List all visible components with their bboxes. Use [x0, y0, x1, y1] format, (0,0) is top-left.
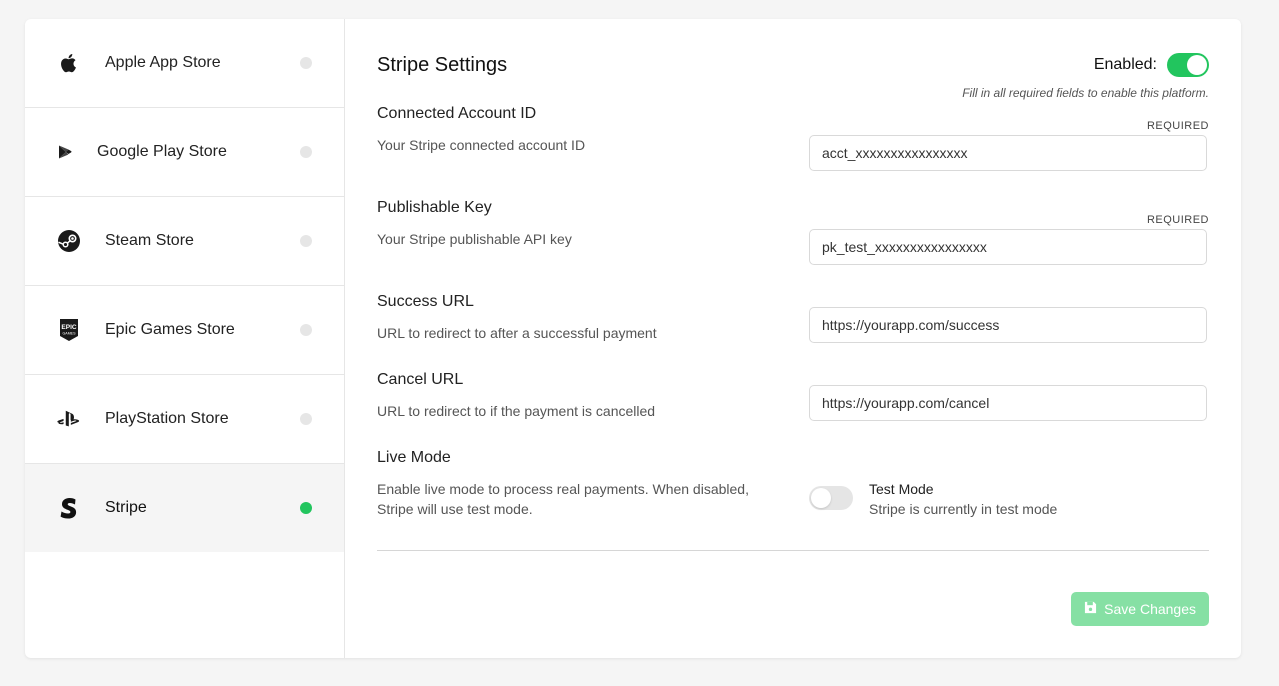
- save-button-label: Save Changes: [1104, 601, 1196, 617]
- live-mode-toggle[interactable]: [809, 486, 853, 510]
- enable-hint: Fill in all required fields to enable th…: [962, 86, 1209, 100]
- cancel-url-input[interactable]: [809, 385, 1207, 421]
- sidebar-item-google-play[interactable]: Google Play Store: [25, 108, 344, 197]
- publishable-key-input[interactable]: [809, 229, 1207, 265]
- cancel-url-label: Cancel URL: [377, 371, 464, 388]
- sidebar-item-playstation[interactable]: PlayStation Store: [25, 375, 344, 464]
- status-dot: [300, 146, 312, 158]
- sidebar-item-label: Google Play Store: [97, 143, 227, 160]
- sidebar-item-label: Apple App Store: [105, 54, 221, 71]
- toggle-knob: [811, 488, 831, 508]
- epic-games-icon: EPIC GAMES: [57, 318, 81, 342]
- sidebar-item-apple[interactable]: Apple App Store: [25, 19, 344, 108]
- required-badge: REQUIRED: [1146, 214, 1209, 226]
- steam-icon: [57, 229, 81, 253]
- connected-account-desc: Your Stripe connected account ID: [377, 137, 586, 153]
- success-url-label: Success URL: [377, 293, 474, 310]
- live-mode-label: Live Mode: [377, 449, 451, 466]
- success-url-desc: URL to redirect to after a successful pa…: [377, 325, 657, 341]
- success-url-input[interactable]: [809, 307, 1207, 343]
- enabled-control: Enabled:: [1094, 53, 1209, 77]
- apple-icon: [57, 51, 81, 75]
- svg-text:EPIC: EPIC: [61, 324, 76, 331]
- status-dot: [300, 324, 312, 336]
- status-dot: [300, 57, 312, 69]
- mode-title: Test Mode: [869, 481, 934, 497]
- publishable-key-label: Publishable Key: [377, 199, 492, 216]
- required-badge: REQUIRED: [1146, 120, 1209, 132]
- sidebar-item-label: PlayStation Store: [105, 410, 229, 427]
- sidebar-item-stripe[interactable]: Stripe: [25, 464, 344, 552]
- live-mode-desc-line1: Enable live mode to process real payment…: [377, 481, 749, 497]
- sidebar-item-steam[interactable]: Steam Store: [25, 197, 344, 286]
- settings-panel: Stripe Settings Enabled: Fill in all req…: [345, 19, 1241, 658]
- mode-subtitle: Stripe is currently in test mode: [869, 501, 1058, 517]
- toggle-knob: [1187, 55, 1207, 75]
- enabled-toggle[interactable]: [1167, 53, 1209, 77]
- sidebar-item-label: Epic Games Store: [105, 321, 235, 338]
- enabled-label: Enabled:: [1093, 56, 1157, 73]
- publishable-key-desc: Your Stripe publishable API key: [377, 231, 572, 247]
- svg-text:GAMES: GAMES: [63, 332, 77, 336]
- page-title: Stripe Settings: [377, 54, 508, 76]
- status-dot: [300, 413, 312, 425]
- live-mode-desc-line2: Stripe will use test mode.: [377, 501, 533, 517]
- playstation-icon: [57, 407, 81, 431]
- stripe-icon: [57, 496, 81, 520]
- settings-card: Apple App Store Google Play Store Steam …: [25, 19, 1241, 658]
- live-mode-desc: Enable live mode to process real payment…: [377, 479, 749, 519]
- save-button[interactable]: Save Changes: [1071, 592, 1209, 626]
- divider: [377, 550, 1209, 551]
- sidebar-item-label: Steam Store: [105, 232, 194, 249]
- connected-account-label: Connected Account ID: [377, 105, 537, 122]
- sidebar-item-epic-games[interactable]: EPIC GAMES Epic Games Store: [25, 286, 344, 375]
- save-icon: [1084, 601, 1097, 617]
- connected-account-input[interactable]: [809, 135, 1207, 171]
- cancel-url-desc: URL to redirect to if the payment is can…: [377, 403, 656, 419]
- sidebar-item-label: Stripe: [105, 499, 147, 516]
- status-dot-active: [300, 502, 312, 514]
- google-play-icon: [53, 140, 77, 164]
- platform-sidebar: Apple App Store Google Play Store Steam …: [25, 19, 345, 658]
- status-dot: [300, 235, 312, 247]
